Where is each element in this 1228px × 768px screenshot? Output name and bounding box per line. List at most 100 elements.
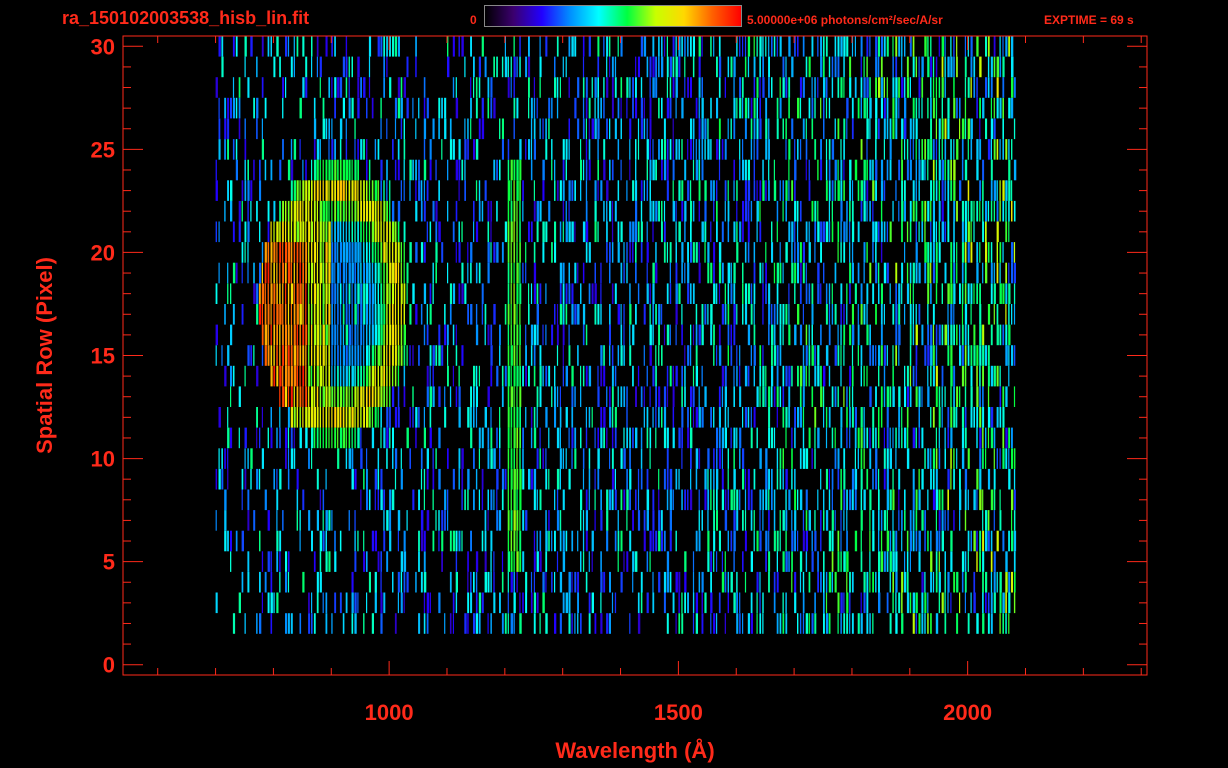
heatmap-cell bbox=[261, 345, 264, 366]
heatmap-cell bbox=[658, 530, 661, 552]
heatmap-cell bbox=[533, 407, 536, 428]
heatmap-cell bbox=[776, 283, 779, 304]
heatmap-cell bbox=[261, 551, 264, 572]
heatmap-cell bbox=[568, 118, 570, 140]
heatmap-cell bbox=[513, 365, 516, 387]
heatmap-cell bbox=[221, 56, 224, 78]
heatmap-cell bbox=[930, 345, 933, 366]
heatmap-cell bbox=[623, 304, 625, 325]
heatmap-cell bbox=[898, 345, 900, 366]
heatmap-cell bbox=[397, 365, 400, 387]
heatmap-cell bbox=[771, 386, 773, 407]
heatmap-cell bbox=[232, 365, 235, 387]
heatmap-cell bbox=[831, 530, 834, 552]
heatmap-cell bbox=[591, 530, 594, 552]
heatmap-cell bbox=[418, 180, 421, 201]
heatmap-cell bbox=[776, 262, 779, 284]
heatmap-cell bbox=[794, 530, 796, 552]
heatmap-cell bbox=[768, 56, 770, 78]
heatmap-cell bbox=[924, 159, 926, 181]
heatmap-cell bbox=[282, 283, 284, 304]
heatmap-cell bbox=[742, 304, 744, 325]
heatmap-cell bbox=[927, 139, 930, 160]
heatmap-cell bbox=[582, 159, 585, 181]
heatmap-cell bbox=[990, 324, 993, 346]
heatmap-cell bbox=[594, 468, 596, 490]
heatmap-cell bbox=[935, 613, 939, 634]
heatmap-cell bbox=[805, 139, 808, 160]
heatmap-cell bbox=[762, 180, 765, 201]
heatmap-cell bbox=[661, 200, 663, 222]
heatmap-cell bbox=[386, 159, 388, 181]
heatmap-cell bbox=[904, 180, 906, 201]
heatmap-cell bbox=[259, 468, 261, 490]
heatmap-cell bbox=[354, 592, 357, 614]
heatmap-cell bbox=[339, 200, 342, 222]
heatmap-cell bbox=[878, 365, 880, 387]
heatmap-cell bbox=[256, 97, 259, 119]
heatmap-cell bbox=[851, 221, 855, 243]
heatmap-cell bbox=[522, 365, 524, 387]
heatmap-cell bbox=[545, 283, 547, 304]
heatmap-cell bbox=[455, 551, 458, 572]
heatmap-cell bbox=[932, 139, 935, 160]
heatmap-cell bbox=[695, 324, 698, 346]
heatmap-cell bbox=[828, 304, 831, 325]
heatmap-cell bbox=[797, 221, 799, 243]
heatmap-cell bbox=[305, 427, 308, 449]
heatmap-cell bbox=[354, 242, 357, 263]
heatmap-cell bbox=[383, 221, 385, 243]
heatmap-cell bbox=[377, 386, 380, 407]
heatmap-cell bbox=[849, 427, 851, 449]
heatmap-cell bbox=[400, 592, 403, 614]
heatmap-cell bbox=[507, 448, 510, 469]
heatmap-cell bbox=[244, 118, 246, 140]
heatmap-cell bbox=[597, 448, 600, 469]
heatmap-cell bbox=[802, 77, 805, 98]
heatmap-cell bbox=[276, 221, 279, 243]
heatmap-cell bbox=[458, 242, 461, 263]
heatmap-cell bbox=[742, 613, 744, 634]
heatmap-cell bbox=[849, 324, 852, 346]
heatmap-cell bbox=[773, 592, 776, 614]
heatmap-cell bbox=[342, 159, 346, 181]
heatmap-cell bbox=[319, 345, 322, 366]
heatmap-cell bbox=[423, 283, 427, 304]
heatmap-cell bbox=[409, 159, 412, 181]
heatmap-cell bbox=[467, 468, 470, 490]
heatmap-cell bbox=[582, 324, 585, 346]
heatmap-cell bbox=[473, 613, 476, 634]
heatmap-cell bbox=[982, 407, 985, 428]
heatmap-cell bbox=[406, 283, 408, 304]
heatmap-cell bbox=[322, 510, 324, 531]
heatmap-cell bbox=[883, 97, 886, 119]
heatmap-cell bbox=[302, 304, 304, 325]
heatmap-cell bbox=[979, 468, 982, 490]
heatmap-cell bbox=[519, 510, 521, 531]
heatmap-cell bbox=[964, 365, 967, 387]
heatmap-cell bbox=[490, 365, 493, 387]
heatmap-cell bbox=[854, 159, 858, 181]
heatmap-cell bbox=[912, 324, 915, 346]
heatmap-cell bbox=[950, 262, 953, 284]
heatmap-cell bbox=[701, 97, 704, 119]
heatmap-cell bbox=[533, 489, 536, 511]
heatmap-cell bbox=[290, 283, 294, 304]
heatmap-cell bbox=[799, 139, 802, 160]
heatmap-cell bbox=[930, 97, 932, 119]
heatmap-cell bbox=[554, 407, 557, 428]
heatmap-cell bbox=[788, 489, 791, 511]
heatmap-cell bbox=[765, 448, 768, 469]
heatmap-cell bbox=[351, 262, 354, 284]
heatmap-cell bbox=[675, 365, 678, 387]
heatmap-cell bbox=[556, 324, 559, 346]
heatmap-cell bbox=[938, 77, 941, 98]
heatmap-cell bbox=[545, 221, 548, 243]
heatmap-cell bbox=[600, 365, 603, 387]
heatmap-cell bbox=[513, 592, 516, 614]
heatmap-cell bbox=[733, 448, 735, 469]
heatmap-cell bbox=[906, 530, 909, 552]
heatmap-cell bbox=[406, 510, 408, 531]
heatmap-cell bbox=[316, 345, 319, 366]
heatmap-cell bbox=[851, 324, 855, 346]
